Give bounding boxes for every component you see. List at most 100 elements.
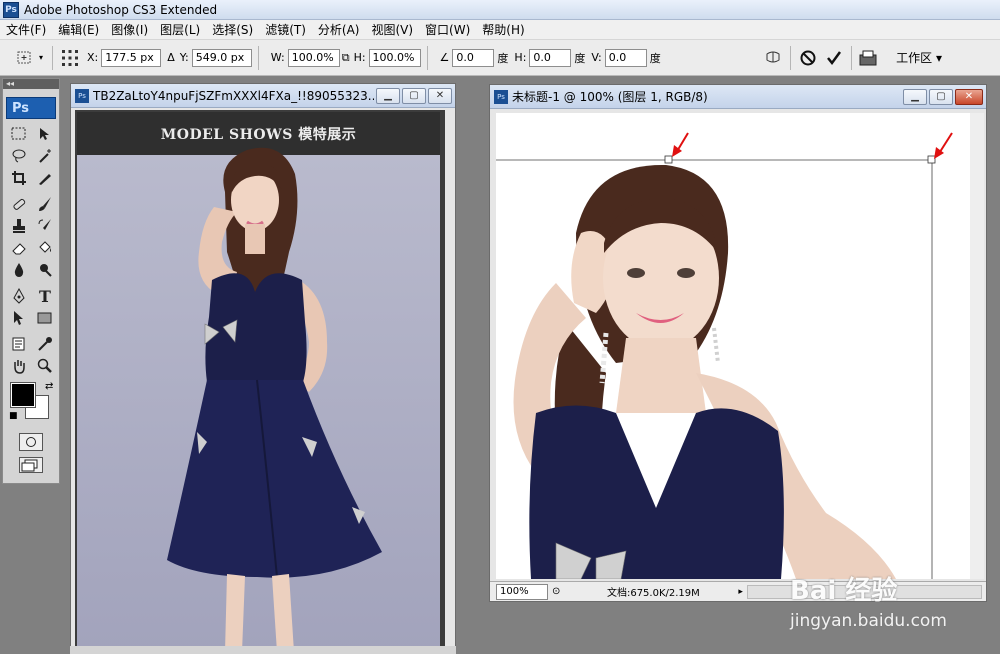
x-position-input[interactable] bbox=[101, 48, 162, 67]
document-status-bar: 100% ⊙ 文档:675.0K/2.19M ▸ bbox=[490, 581, 986, 601]
foreground-color-swatch[interactable] bbox=[10, 382, 36, 408]
y-label: Y: bbox=[179, 51, 189, 64]
screen-mode-button[interactable] bbox=[19, 457, 43, 473]
rectangle-tool-icon[interactable] bbox=[33, 307, 57, 329]
toolbox-panel: ◂◂ Ps T ⇄ ■ bbox=[2, 78, 60, 484]
document-canvas[interactable] bbox=[496, 113, 970, 579]
blur-tool-icon[interactable] bbox=[7, 259, 31, 281]
maximize-icon: ▢ bbox=[936, 91, 946, 102]
h-skew-label: H: bbox=[514, 51, 527, 64]
menu-image[interactable]: 图像(I) bbox=[105, 20, 154, 40]
h-label: H: bbox=[353, 51, 366, 64]
tool-preset-dropdown-icon[interactable]: ▾ bbox=[36, 47, 46, 69]
transform-handle-corner[interactable] bbox=[927, 155, 936, 164]
v-skew-unit: 度 bbox=[649, 51, 661, 65]
document-canvas[interactable]: MODEL SHOWS 模特展示 bbox=[77, 112, 440, 652]
palette-well-icon[interactable] bbox=[858, 47, 880, 69]
watermark-url: jingyan.baidu.com bbox=[790, 611, 947, 631]
menu-edit[interactable]: 编辑(E) bbox=[52, 20, 105, 40]
close-icon: ✕ bbox=[964, 91, 974, 102]
close-button[interactable]: ✕ bbox=[428, 87, 452, 104]
cancel-transform-icon[interactable] bbox=[797, 47, 819, 69]
notes-tool-icon[interactable] bbox=[7, 333, 31, 355]
document-window-untitled: Ps 未标题-1 @ 100% (图层 1, RGB/8) ▁ ▢ ✕ 100%… bbox=[489, 84, 987, 602]
vertical-scrollbar[interactable] bbox=[970, 113, 984, 579]
paint-bucket-tool-icon[interactable] bbox=[33, 237, 57, 259]
move-tool-icon[interactable] bbox=[33, 123, 57, 145]
photoshop-logo[interactable]: Ps bbox=[6, 97, 56, 119]
document-title-bar[interactable]: Ps 未标题-1 @ 100% (图层 1, RGB/8) ▁ ▢ ✕ bbox=[490, 85, 986, 109]
menu-help[interactable]: 帮助(H) bbox=[476, 20, 530, 40]
horizontal-scrollbar[interactable] bbox=[746, 584, 982, 599]
minimize-icon: ▁ bbox=[384, 90, 392, 101]
workspace-menu-button[interactable]: 工作区 ▾ bbox=[890, 47, 948, 68]
menu-filter[interactable]: 滤镜(T) bbox=[259, 20, 312, 40]
rotation-angle-input[interactable] bbox=[452, 48, 495, 67]
healing-brush-tool-icon[interactable] bbox=[7, 193, 31, 215]
quick-mask-icon bbox=[26, 437, 36, 447]
dodge-tool-icon[interactable] bbox=[33, 259, 57, 281]
path-selection-tool-icon[interactable] bbox=[7, 307, 31, 329]
app-title-bar: Ps Adobe Photoshop CS3 Extended bbox=[0, 0, 1000, 20]
horizontal-skew-input[interactable] bbox=[529, 48, 572, 67]
clone-stamp-tool-icon[interactable] bbox=[7, 215, 31, 237]
transform-tool-icon[interactable] bbox=[14, 47, 36, 69]
slice-tool-icon[interactable] bbox=[33, 167, 57, 189]
history-brush-tool-icon[interactable] bbox=[33, 215, 57, 237]
document-title: 未标题-1 @ 100% (图层 1, RGB/8) bbox=[512, 90, 708, 104]
default-colors-icon[interactable]: ■ bbox=[9, 411, 18, 421]
zoom-tool-icon[interactable] bbox=[33, 355, 57, 377]
quick-mask-button[interactable] bbox=[19, 433, 43, 451]
app-title: Adobe Photoshop CS3 Extended bbox=[24, 2, 218, 17]
commit-transform-icon[interactable] bbox=[823, 47, 845, 69]
link-icon[interactable]: ⧉ bbox=[342, 51, 350, 65]
document-title: TB2ZaLtoY4npuFjSZFmXXXl4FXa_!!89055323..… bbox=[93, 88, 374, 103]
document-window-model-photo: Ps TB2ZaLtoY4npuFjSZFmXXXl4FXa_!!8905532… bbox=[70, 83, 456, 654]
eyedropper-tool-icon[interactable] bbox=[33, 333, 57, 355]
height-scale-input[interactable] bbox=[368, 48, 421, 67]
close-button[interactable]: ✕ bbox=[955, 88, 983, 105]
menu-layer[interactable]: 图层(L) bbox=[154, 20, 206, 40]
ps-document-icon: Ps bbox=[494, 89, 508, 104]
x-label: X: bbox=[87, 51, 99, 64]
swap-colors-icon[interactable]: ⇄ bbox=[45, 381, 53, 392]
menu-view[interactable]: 视图(V) bbox=[365, 20, 419, 40]
options-bar: ▾ X: Δ Y: W: ⧉ H: ∠ 度 H: 度 V: 度 工作区 ▾ bbox=[0, 40, 1000, 76]
screen-mode-icon bbox=[21, 459, 38, 472]
y-position-input[interactable] bbox=[191, 48, 252, 67]
lasso-tool-icon[interactable] bbox=[7, 145, 31, 167]
w-label: W: bbox=[270, 51, 285, 64]
status-menu-icon[interactable]: ⊙ bbox=[552, 586, 560, 597]
reference-point-icon[interactable] bbox=[59, 47, 81, 69]
status-arrow-icon[interactable]: ▸ bbox=[738, 587, 743, 597]
maximize-button[interactable]: ▢ bbox=[402, 87, 426, 104]
width-scale-input[interactable] bbox=[287, 48, 340, 67]
document-size-info: 文档:675.0K/2.19M bbox=[606, 588, 700, 599]
toolbox-collapse-handle[interactable]: ◂◂ bbox=[3, 79, 59, 89]
menu-analysis[interactable]: 分析(A) bbox=[312, 20, 366, 40]
hand-tool-icon[interactable] bbox=[7, 355, 31, 377]
vertical-skew-input[interactable] bbox=[604, 48, 647, 67]
document-title-bar[interactable]: Ps TB2ZaLtoY4npuFjSZFmXXXl4FXa_!!8905532… bbox=[71, 84, 455, 108]
menu-file[interactable]: 文件(F) bbox=[0, 20, 52, 40]
menu-bar: 文件(F) 编辑(E) 图像(I) 图层(L) 选择(S) 滤镜(T) 分析(A… bbox=[0, 20, 1000, 40]
menu-window[interactable]: 窗口(W) bbox=[419, 20, 476, 40]
eraser-tool-icon[interactable] bbox=[7, 237, 31, 259]
magic-wand-tool-icon[interactable] bbox=[33, 145, 57, 167]
model-figure-image bbox=[167, 147, 382, 652]
maximize-button[interactable]: ▢ bbox=[929, 88, 953, 105]
zoom-level-field[interactable]: 100% bbox=[496, 583, 548, 600]
maximize-icon: ▢ bbox=[409, 90, 419, 101]
warp-mode-icon[interactable] bbox=[762, 47, 784, 69]
transform-handle-top[interactable] bbox=[664, 155, 673, 164]
marquee-tool-icon[interactable] bbox=[7, 123, 31, 145]
crop-tool-icon[interactable] bbox=[7, 167, 31, 189]
v-skew-label: V: bbox=[591, 51, 602, 64]
minimize-button[interactable]: ▁ bbox=[376, 87, 400, 104]
menu-select[interactable]: 选择(S) bbox=[206, 20, 259, 40]
type-tool-icon[interactable]: T bbox=[33, 285, 57, 307]
minimize-button[interactable]: ▁ bbox=[903, 88, 927, 105]
ps-document-icon: Ps bbox=[75, 88, 89, 103]
brush-tool-icon[interactable] bbox=[33, 193, 57, 215]
pen-tool-icon[interactable] bbox=[7, 285, 31, 307]
